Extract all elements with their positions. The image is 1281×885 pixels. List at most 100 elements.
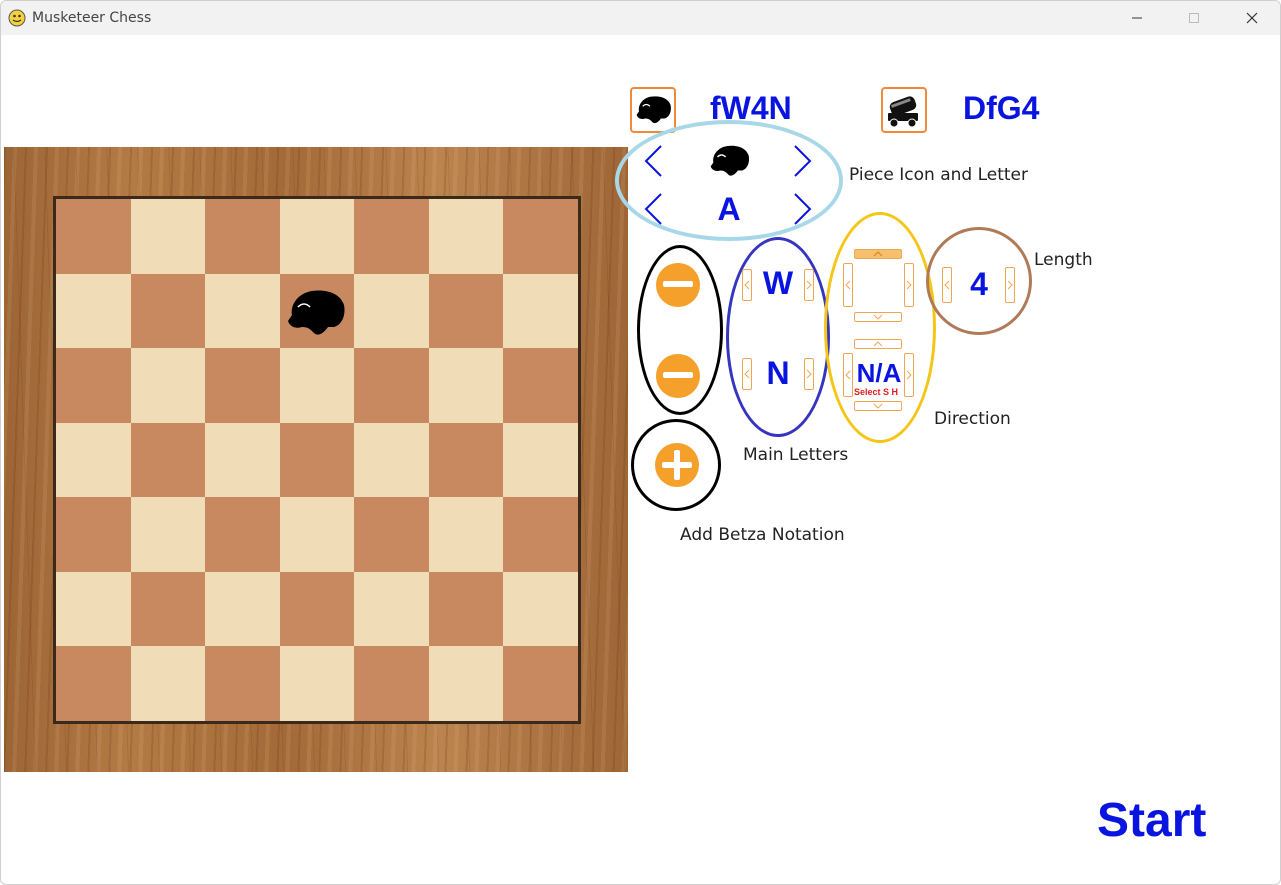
board-square[interactable] [428,422,504,498]
chevron-up-icon [873,341,883,347]
board-square[interactable] [503,497,578,572]
chess-board[interactable] [53,196,581,724]
musketeer-piece-icon [710,145,750,176]
musketeer-piece-icon[interactable] [284,285,346,341]
board-square[interactable] [205,571,280,647]
piece-letter: A [717,191,741,227]
plus-icon [662,450,692,480]
board-frame [4,147,628,772]
length-next-button[interactable] [1005,267,1015,303]
board-square[interactable] [56,646,131,721]
minimize-button[interactable] [1108,1,1166,35]
board-square[interactable] [130,348,206,423]
board-square[interactable] [130,273,206,349]
letter-row1-next-button[interactable] [804,269,814,301]
direction-row1-down-button[interactable] [854,312,902,322]
board-square[interactable] [130,571,206,647]
board-square[interactable] [205,273,280,349]
length-label: Length [1034,250,1093,270]
direction-row1-right-button[interactable] [904,263,914,307]
board-square[interactable] [56,348,131,423]
chevron-right-icon [906,370,912,380]
board-square[interactable] [205,199,280,274]
board-square[interactable] [354,571,429,647]
letter-row1-prev-button[interactable] [742,269,752,301]
window-title: Musketeer Chess [32,10,152,26]
board-square[interactable] [56,199,131,274]
board-square[interactable] [205,422,280,498]
board-square[interactable] [279,571,355,647]
board-square[interactable] [428,348,504,423]
chevron-right-icon[interactable] [793,144,813,178]
chevron-down-icon [873,314,883,320]
main-letter-row2: N [766,355,790,391]
board-square[interactable] [130,646,206,721]
direction-row1-up-button[interactable] [854,249,902,259]
chevron-right-icon [1007,280,1013,290]
length-value: 4 [970,266,988,302]
direction-row2-left-button[interactable] [843,353,853,397]
board-square[interactable] [279,422,355,498]
close-icon [1246,12,1258,24]
minus-icon [663,372,693,378]
board-square[interactable] [354,646,429,721]
chevron-left-icon[interactable] [643,144,663,178]
board-square[interactable] [354,497,429,572]
board-square[interactable] [279,497,355,572]
board-square[interactable] [428,497,504,572]
board-square[interactable] [354,199,429,274]
add-notation-button[interactable] [655,443,699,487]
remove-row2-button[interactable] [656,354,700,398]
board-square[interactable] [205,497,280,572]
board-square[interactable] [428,646,504,721]
length-prev-button[interactable] [942,267,952,303]
chevron-right-icon[interactable] [793,192,813,226]
board-square[interactable] [130,497,206,572]
board-square[interactable] [56,497,131,572]
board-square[interactable] [503,571,578,647]
board-square[interactable] [428,571,504,647]
board-square[interactable] [56,273,131,349]
board-square[interactable] [279,348,355,423]
board-square[interactable] [503,646,578,721]
board-square[interactable] [130,199,206,274]
board-square[interactable] [354,422,429,498]
add-notation-label: Add Betza Notation [680,525,845,545]
maximize-button[interactable] [1165,1,1223,35]
board-square[interactable] [130,422,206,498]
letter-row2-prev-button[interactable] [742,358,752,390]
chevron-left-icon [744,280,750,290]
board-square[interactable] [503,422,578,498]
header-piece1-icon-box[interactable] [630,87,676,133]
board-square[interactable] [503,199,578,274]
close-button[interactable] [1223,1,1280,35]
letter-row2-next-button[interactable] [804,358,814,390]
header-piece2-icon-box[interactable] [881,87,927,133]
board-square[interactable] [503,273,578,349]
direction-row1-left-button[interactable] [843,263,853,307]
remove-row1-button[interactable] [656,263,700,307]
direction-row2-right-button[interactable] [904,353,914,397]
board-square[interactable] [279,646,355,721]
direction-row2-up-button[interactable] [854,339,902,349]
chevron-up-icon [873,251,883,257]
board-square[interactable] [56,422,131,498]
start-button[interactable]: Start [1097,793,1206,848]
board-square[interactable] [56,571,131,647]
board-square[interactable] [354,273,429,349]
board-square[interactable] [428,273,504,349]
chevron-left-icon [944,280,950,290]
header-piece2-notation: DfG4 [963,90,1040,126]
chevron-down-icon [873,403,883,409]
board-square[interactable] [428,199,504,274]
direction-label: Direction [934,409,1011,429]
board-square[interactable] [503,348,578,423]
direction-row2-down-button[interactable] [854,401,902,411]
board-square[interactable] [205,646,280,721]
direction-row2-value: N/A [856,358,902,388]
board-square[interactable] [279,199,355,274]
board-square[interactable] [354,348,429,423]
app-window: Musketeer Chess fW4N DfG4 A Piece Icon a… [0,0,1281,885]
chevron-left-icon[interactable] [643,192,663,226]
board-square[interactable] [205,348,280,423]
